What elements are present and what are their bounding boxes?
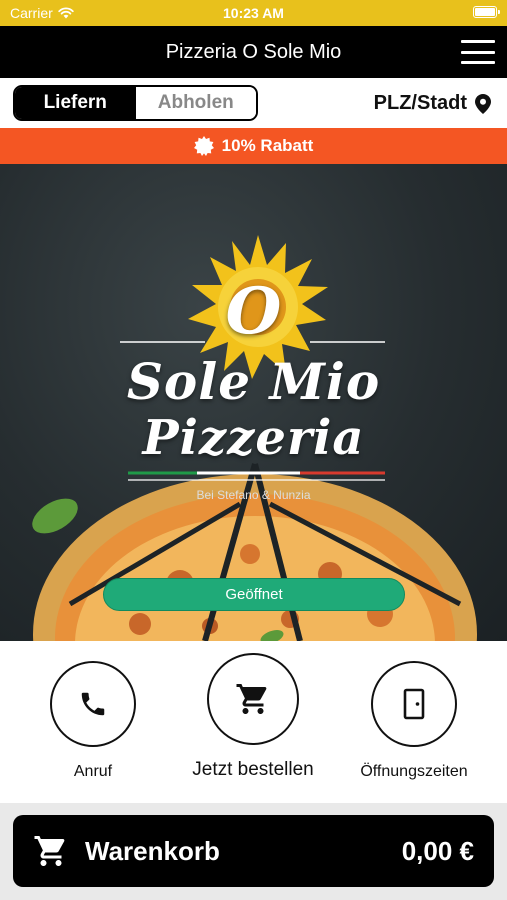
shopping-cart-icon (34, 836, 65, 866)
opening-hours-circle[interactable] (371, 661, 457, 747)
brand-subtitle: Pizzeria (142, 410, 365, 466)
battery-icon (473, 6, 500, 18)
app-header: Pizzeria O Sole Mio (0, 26, 507, 78)
delivery-mode-toggle: Liefern Abholen (13, 85, 258, 121)
status-time: 10:23 AM (223, 5, 284, 21)
call-action-button[interactable]: Anruf (18, 661, 168, 781)
tab-liefern[interactable]: Liefern (15, 87, 136, 119)
cart-label: Warenkorb (85, 835, 220, 866)
call-label: Anruf (73, 763, 113, 780)
delivery-mode-bar: Liefern Abholen PLZ/Stadt (0, 78, 507, 128)
hero-banner: O Sole Mio Pizzeria Bei Stefano & Nunzia… (0, 164, 507, 641)
map-pin-icon (475, 93, 491, 114)
cart-total: 0,00 € (401, 835, 474, 866)
order-button-circle[interactable] (207, 653, 299, 745)
status-bar: Carrier 10:23 AM (0, 0, 507, 26)
brand-name: Sole Mio (126, 352, 381, 411)
discount-badge-icon (193, 136, 214, 156)
cart-footer: Warenkorb 0,00 € (0, 803, 507, 900)
discount-banner[interactable]: 10% Rabatt (0, 128, 507, 164)
opening-hours-button[interactable]: Öffnungszeiten (339, 661, 489, 781)
phone-icon (81, 692, 105, 716)
opening-status-badge[interactable]: Geöffnet (103, 578, 405, 611)
door-icon (403, 688, 425, 720)
quick-actions: Anruf Jetzt bestellen Öffnungszeiten (0, 641, 507, 803)
cart-button[interactable]: Warenkorb 0,00 € (13, 815, 494, 887)
location-selector[interactable]: PLZ/Stadt (374, 92, 491, 115)
opening-hours-label: Öffnungszeiten (360, 763, 468, 780)
order-now-button[interactable]: Jetzt bestellen (178, 653, 328, 781)
hamburger-menu-icon[interactable] (461, 40, 495, 64)
brand-tagline: Bei Stefano & Nunzia (196, 488, 311, 502)
tab-abholen[interactable]: Abholen (135, 87, 256, 119)
page-title: Pizzeria O Sole Mio (165, 41, 342, 63)
location-label: PLZ/Stadt (373, 92, 467, 114)
call-button-circle[interactable] (50, 661, 136, 747)
discount-text: 10% Rabatt (221, 136, 314, 155)
order-now-label: Jetzt bestellen (192, 759, 314, 780)
shopping-cart-icon (236, 684, 267, 714)
logo-letter: O (225, 274, 282, 349)
